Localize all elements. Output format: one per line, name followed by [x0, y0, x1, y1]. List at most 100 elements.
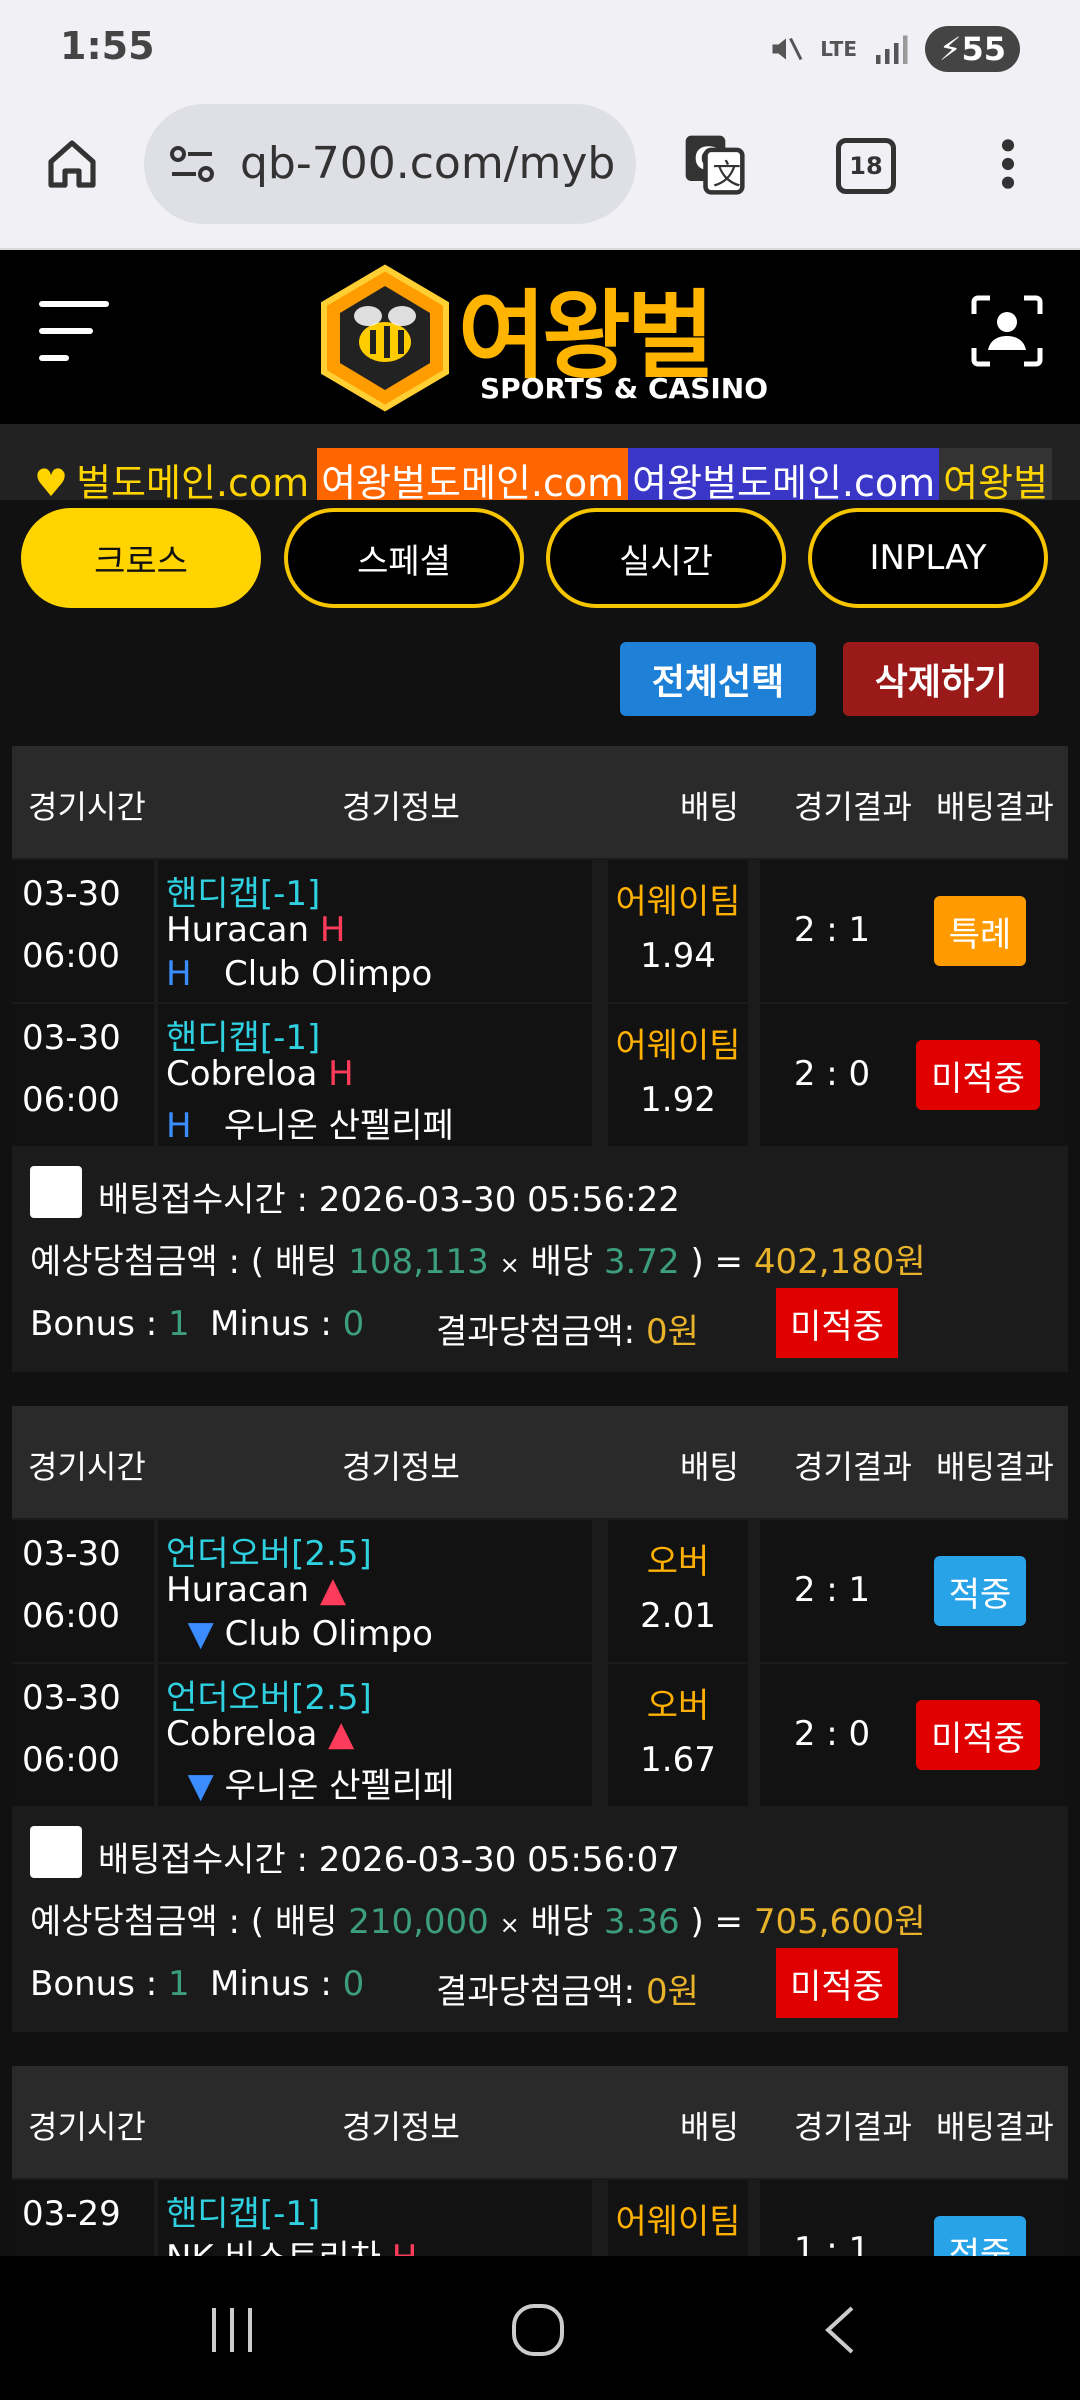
logo-subtitle: SPORTS & CASINO	[480, 372, 769, 405]
total-odds: 3.72	[603, 1242, 680, 1282]
game-date: 03-30	[22, 1678, 121, 1718]
stake-amount: 210,000	[348, 1902, 489, 1942]
status-badge: 특례	[934, 896, 1026, 966]
home-team: NK 비스트리차 H	[166, 2230, 417, 2256]
bet-odds: 1.94	[640, 936, 716, 976]
header-bet-result: 배팅결과	[936, 1448, 1054, 1486]
away-marker: H	[166, 1106, 192, 1146]
site-settings-icon[interactable]	[168, 142, 216, 186]
status-badge: 미적중	[916, 1700, 1040, 1770]
expected-payout: 예상당첨금액 : ( 배팅 210,000 × 배당 3.36 ) = 705,…	[30, 1902, 926, 1942]
marquee-item-1: ♥ 벌도메인.com	[26, 434, 317, 500]
bet-pick: 어웨이팀	[615, 882, 741, 922]
hamburger-menu-icon[interactable]	[38, 298, 110, 364]
header-game-result: 경기결과	[794, 2108, 912, 2146]
url-text[interactable]: qb-700.com/myb	[240, 138, 615, 189]
header-game-time: 경기시간	[28, 788, 146, 826]
status-badge: 적중	[934, 1556, 1026, 1626]
tab-realtime[interactable]: 실시간	[546, 508, 786, 608]
away-marker: H	[166, 954, 192, 994]
away-team: H 우니온 산펠리페	[166, 1106, 454, 1146]
payout-amount: 705,600원	[753, 1902, 926, 1942]
bet-summary: 배팅접수시간 : 2026-03-30 05:56:07 예상당첨금액 : ( …	[12, 1806, 1068, 2032]
battery-level: 55	[961, 30, 1006, 68]
bet-pick: 어웨이팀	[615, 1026, 741, 1066]
marquee-item-3: 여왕벌도메인.com	[628, 448, 940, 500]
game-result-cell: 2 : 0	[760, 1664, 904, 1806]
header-game-time: 경기시간	[28, 2108, 146, 2146]
game-info-cell: 핸디캡[-1] Cobreloa H H 우니온 산펠리페	[158, 1004, 592, 1146]
tab-special[interactable]: 스페셜	[284, 508, 524, 608]
heart-icon: ♥	[34, 461, 69, 500]
table-header: 경기시간 경기정보 배팅 경기결과 배팅결과	[12, 2066, 1068, 2178]
header-bet: 배팅	[680, 788, 739, 826]
site-logo[interactable]: 여왕벌 SPORTS & CASINO	[318, 258, 768, 418]
game-date: 03-30	[22, 1018, 121, 1058]
home-marker: H	[392, 2238, 418, 2256]
game-date: 03-30	[22, 1534, 121, 1574]
home-marker: H	[328, 1054, 354, 1094]
address-bar[interactable]: qb-700.com/myb	[144, 104, 636, 224]
table-row: 03-30 06:00 언더오버[2.5] Huracan ▲ ▼ Club O…	[12, 1520, 1068, 1662]
tab-cross[interactable]: 크로스	[21, 508, 261, 608]
bet-card-2: 경기시간 경기정보 배팅 경기결과 배팅결과 03-30 06:00 언더오버[…	[12, 1406, 1068, 2032]
game-time: 06:00	[22, 1740, 120, 1780]
stake-amount: 108,113	[348, 1242, 489, 1282]
bet-select-checkbox[interactable]	[30, 1826, 82, 1878]
bet-card-1: 경기시간 경기정보 배팅 경기결과 배팅결과 03-30 06:00 핸디캡[-…	[12, 746, 1068, 1372]
bet-pick: 오버	[646, 1686, 710, 1726]
svg-text:文: 文	[713, 158, 741, 191]
header-game-info: 경기정보	[342, 788, 460, 826]
home-team: Huracan H	[166, 910, 346, 950]
header-bet-result: 배팅결과	[936, 788, 1054, 826]
status-bar: 1:55 LTE ⚡55	[0, 0, 1080, 100]
receipt-time: 배팅접수시간 : 2026-03-30 05:56:07	[98, 1840, 680, 1880]
home-button-icon[interactable]	[508, 2300, 568, 2360]
select-all-button[interactable]: 전체선택	[620, 642, 816, 716]
over-arrow-icon: ▲	[319, 1570, 346, 1610]
game-time: 06:00	[22, 1596, 120, 1636]
away-team: ▼ 우니온 산펠리페	[187, 1766, 455, 1806]
table-header: 경기시간 경기정보 배팅 경기결과 배팅결과	[12, 746, 1068, 858]
user-profile-icon[interactable]	[970, 294, 1044, 368]
header-game-info: 경기정보	[342, 2108, 460, 2146]
table-row: 03-30 06:00 언더오버[2.5] Cobreloa ▲ ▼ 우니온 산…	[12, 1664, 1068, 1806]
game-time-cell: 03-29	[12, 2180, 154, 2256]
tab-inplay[interactable]: INPLAY	[808, 508, 1048, 608]
network-type: LTE	[820, 37, 857, 61]
back-icon[interactable]	[816, 2302, 866, 2358]
bet-status-badge: 미적중	[776, 1948, 898, 2018]
market-label: 핸디캡[-1]	[166, 1018, 321, 1058]
bet-cell: 어웨이팀 1.92	[608, 1004, 748, 1146]
mute-icon	[772, 37, 803, 61]
game-info-cell: 언더오버[2.5] Cobreloa ▲ ▼ 우니온 산펠리페	[158, 1664, 592, 1806]
bet-odds: 1.92	[640, 1080, 716, 1120]
bet-cell: 오버 1.67	[608, 1664, 748, 1806]
game-time: 06:00	[22, 936, 120, 976]
header-bet: 배팅	[680, 1448, 739, 1486]
receipt-time: 배팅접수시간 : 2026-03-30 05:56:22	[98, 1180, 680, 1220]
bet-odds: 2.01	[640, 1596, 716, 1636]
total-odds: 3.36	[603, 1902, 680, 1942]
expected-payout: 예상당첨금액 : ( 배팅 108,113 × 배당 3.72 ) = 402,…	[30, 1242, 926, 1282]
tab-switcher-button[interactable]: 18	[836, 138, 896, 194]
bet-odds: 1.67	[640, 1740, 716, 1780]
bet-cell: 오버 2.01	[608, 1520, 748, 1662]
bet-select-checkbox[interactable]	[30, 1166, 82, 1218]
game-score: 2 : 1	[793, 1570, 871, 1610]
header-bet-result: 배팅결과	[936, 2108, 1054, 2146]
payout-amount: 402,180원	[753, 1242, 926, 1282]
bee-logo-icon	[321, 264, 449, 412]
header-game-time: 경기시간	[28, 1448, 146, 1486]
delete-button[interactable]: 삭제하기	[843, 642, 1039, 716]
marquee-item-4: 여왕벌	[939, 448, 1053, 500]
home-icon[interactable]	[44, 136, 100, 192]
status-time: 1:55	[60, 24, 155, 68]
translate-icon[interactable]: G文	[680, 130, 748, 198]
bet-card-3: 경기시간 경기정보 배팅 경기결과 배팅결과 03-29 핸디캡[-1] NK …	[12, 2066, 1068, 2256]
under-arrow-icon: ▼	[187, 1614, 214, 1654]
game-score: 2 : 1	[793, 910, 871, 950]
recent-apps-icon[interactable]	[204, 2302, 260, 2358]
more-menu-icon[interactable]	[990, 136, 1026, 192]
status-badge: 적중	[934, 2216, 1026, 2256]
